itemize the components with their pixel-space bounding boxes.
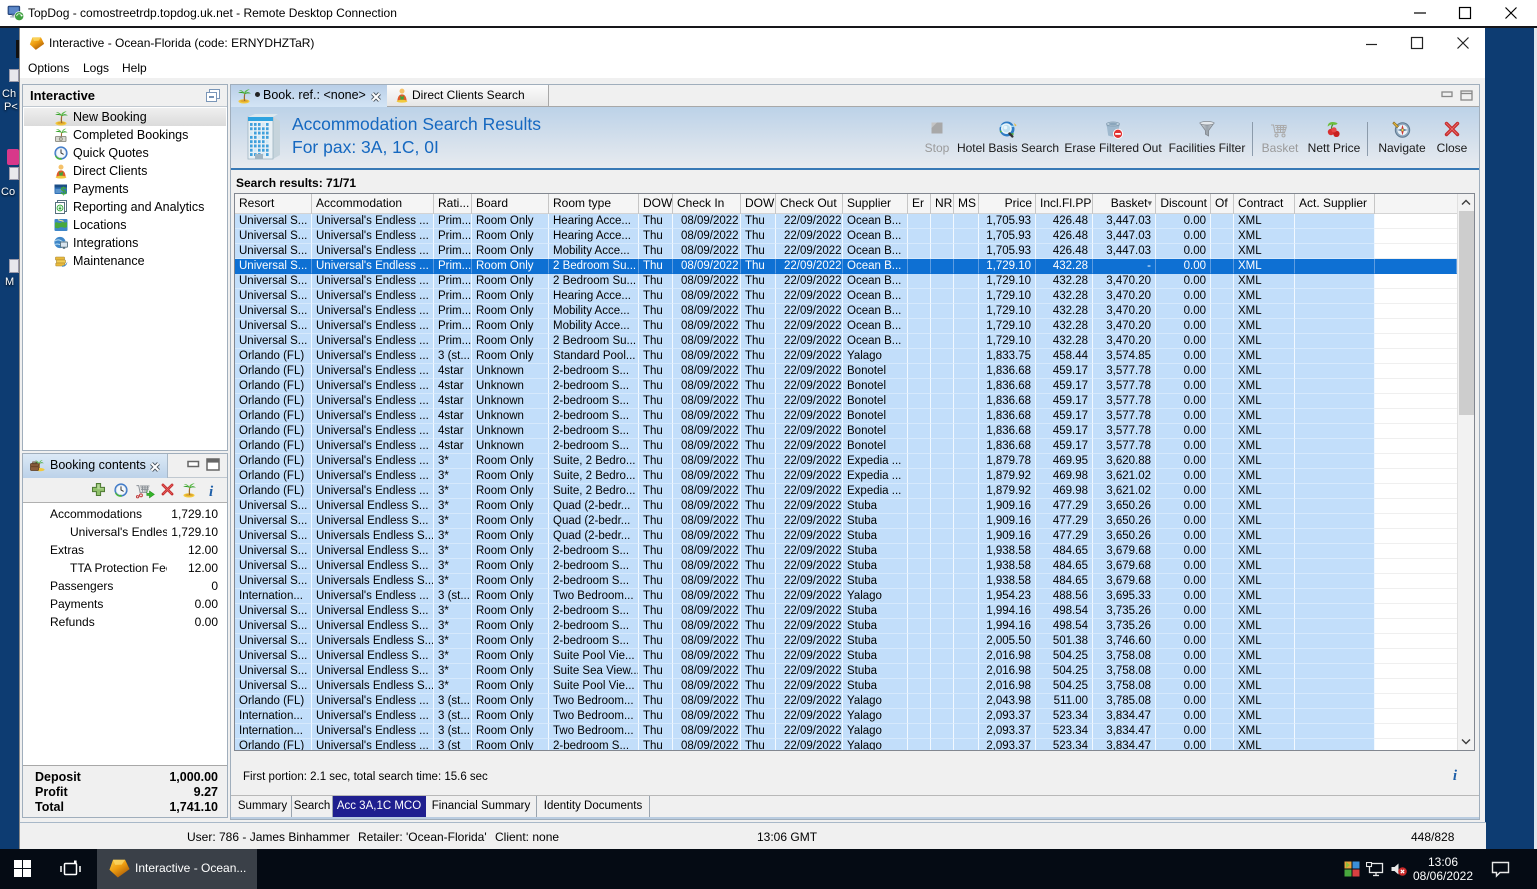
svg-text:$: $ <box>61 185 67 197</box>
